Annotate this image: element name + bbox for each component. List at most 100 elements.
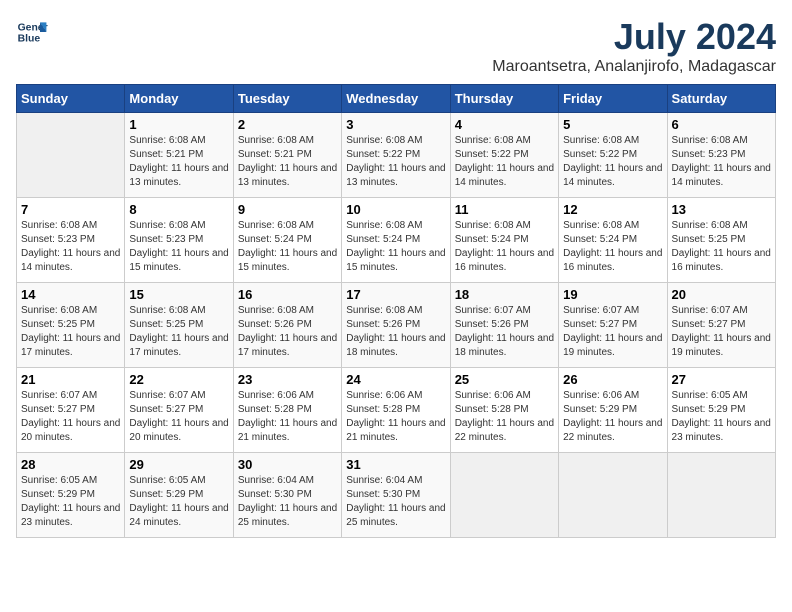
daylight-text: Daylight: 11 hours and 25 minutes.	[238, 502, 337, 530]
day-info: Sunrise: 6:06 AM Sunset: 5:28 PM Dayligh…	[455, 389, 554, 445]
sunset-text: Sunset: 5:28 PM	[346, 403, 445, 417]
calendar-cell: 7 Sunrise: 6:08 AM Sunset: 5:23 PM Dayli…	[17, 198, 125, 283]
sunrise-text: Sunrise: 6:08 AM	[346, 134, 445, 148]
day-info: Sunrise: 6:08 AM Sunset: 5:22 PM Dayligh…	[346, 134, 445, 190]
day-info: Sunrise: 6:07 AM Sunset: 5:27 PM Dayligh…	[21, 389, 120, 445]
sunset-text: Sunset: 5:22 PM	[563, 148, 662, 162]
weekday-header: Friday	[559, 85, 667, 113]
logo-icon: General Blue	[16, 16, 48, 48]
calendar-table: SundayMondayTuesdayWednesdayThursdayFrid…	[16, 84, 776, 538]
weekday-header: Thursday	[450, 85, 558, 113]
sunset-text: Sunset: 5:28 PM	[238, 403, 337, 417]
sunset-text: Sunset: 5:25 PM	[129, 318, 228, 332]
sunrise-text: Sunrise: 6:04 AM	[346, 474, 445, 488]
day-info: Sunrise: 6:04 AM Sunset: 5:30 PM Dayligh…	[238, 474, 337, 530]
daylight-text: Daylight: 11 hours and 17 minutes.	[238, 332, 337, 360]
sunset-text: Sunset: 5:30 PM	[346, 488, 445, 502]
sunset-text: Sunset: 5:23 PM	[672, 148, 771, 162]
sunset-text: Sunset: 5:22 PM	[455, 148, 554, 162]
day-info: Sunrise: 6:08 AM Sunset: 5:23 PM Dayligh…	[21, 219, 120, 275]
day-number: 16	[238, 287, 337, 302]
sunset-text: Sunset: 5:27 PM	[672, 318, 771, 332]
sunrise-text: Sunrise: 6:08 AM	[129, 134, 228, 148]
day-number: 29	[129, 457, 228, 472]
sunrise-text: Sunrise: 6:08 AM	[238, 134, 337, 148]
daylight-text: Daylight: 11 hours and 14 minutes.	[455, 162, 554, 190]
day-info: Sunrise: 6:07 AM Sunset: 5:27 PM Dayligh…	[672, 304, 771, 360]
calendar-cell: 29 Sunrise: 6:05 AM Sunset: 5:29 PM Dayl…	[125, 453, 233, 538]
day-info: Sunrise: 6:07 AM Sunset: 5:27 PM Dayligh…	[563, 304, 662, 360]
sunset-text: Sunset: 5:27 PM	[21, 403, 120, 417]
calendar-cell: 31 Sunrise: 6:04 AM Sunset: 5:30 PM Dayl…	[342, 453, 450, 538]
day-info: Sunrise: 6:08 AM Sunset: 5:23 PM Dayligh…	[672, 134, 771, 190]
day-number: 19	[563, 287, 662, 302]
weekday-row: SundayMondayTuesdayWednesdayThursdayFrid…	[17, 85, 776, 113]
sunrise-text: Sunrise: 6:08 AM	[238, 219, 337, 233]
day-info: Sunrise: 6:08 AM Sunset: 5:23 PM Dayligh…	[129, 219, 228, 275]
sunset-text: Sunset: 5:29 PM	[129, 488, 228, 502]
calendar-cell: 16 Sunrise: 6:08 AM Sunset: 5:26 PM Dayl…	[233, 283, 341, 368]
calendar-cell: 28 Sunrise: 6:05 AM Sunset: 5:29 PM Dayl…	[17, 453, 125, 538]
calendar-cell: 27 Sunrise: 6:05 AM Sunset: 5:29 PM Dayl…	[667, 368, 775, 453]
calendar-cell: 17 Sunrise: 6:08 AM Sunset: 5:26 PM Dayl…	[342, 283, 450, 368]
calendar-cell	[17, 113, 125, 198]
day-info: Sunrise: 6:08 AM Sunset: 5:24 PM Dayligh…	[563, 219, 662, 275]
sunset-text: Sunset: 5:21 PM	[238, 148, 337, 162]
sunrise-text: Sunrise: 6:05 AM	[21, 474, 120, 488]
logo: General Blue	[16, 16, 48, 48]
day-info: Sunrise: 6:08 AM Sunset: 5:25 PM Dayligh…	[21, 304, 120, 360]
sunrise-text: Sunrise: 6:08 AM	[346, 219, 445, 233]
sunrise-text: Sunrise: 6:08 AM	[21, 219, 120, 233]
day-info: Sunrise: 6:08 AM Sunset: 5:24 PM Dayligh…	[455, 219, 554, 275]
calendar-cell: 23 Sunrise: 6:06 AM Sunset: 5:28 PM Dayl…	[233, 368, 341, 453]
day-number: 28	[21, 457, 120, 472]
day-info: Sunrise: 6:08 AM Sunset: 5:25 PM Dayligh…	[672, 219, 771, 275]
day-info: Sunrise: 6:06 AM Sunset: 5:28 PM Dayligh…	[346, 389, 445, 445]
calendar-cell: 10 Sunrise: 6:08 AM Sunset: 5:24 PM Dayl…	[342, 198, 450, 283]
calendar-header: SundayMondayTuesdayWednesdayThursdayFrid…	[17, 85, 776, 113]
sunset-text: Sunset: 5:24 PM	[455, 233, 554, 247]
daylight-text: Daylight: 11 hours and 22 minutes.	[563, 417, 662, 445]
day-info: Sunrise: 6:08 AM Sunset: 5:25 PM Dayligh…	[129, 304, 228, 360]
calendar-cell: 11 Sunrise: 6:08 AM Sunset: 5:24 PM Dayl…	[450, 198, 558, 283]
sunrise-text: Sunrise: 6:05 AM	[672, 389, 771, 403]
sunset-text: Sunset: 5:27 PM	[129, 403, 228, 417]
sunrise-text: Sunrise: 6:08 AM	[563, 219, 662, 233]
calendar-cell: 12 Sunrise: 6:08 AM Sunset: 5:24 PM Dayl…	[559, 198, 667, 283]
weekday-header: Monday	[125, 85, 233, 113]
daylight-text: Daylight: 11 hours and 15 minutes.	[238, 247, 337, 275]
day-info: Sunrise: 6:07 AM Sunset: 5:26 PM Dayligh…	[455, 304, 554, 360]
sunset-text: Sunset: 5:26 PM	[238, 318, 337, 332]
calendar-cell: 30 Sunrise: 6:04 AM Sunset: 5:30 PM Dayl…	[233, 453, 341, 538]
day-number: 3	[346, 117, 445, 132]
day-number: 23	[238, 372, 337, 387]
calendar-cell: 9 Sunrise: 6:08 AM Sunset: 5:24 PM Dayli…	[233, 198, 341, 283]
calendar-week-row: 7 Sunrise: 6:08 AM Sunset: 5:23 PM Dayli…	[17, 198, 776, 283]
daylight-text: Daylight: 11 hours and 23 minutes.	[21, 502, 120, 530]
sunset-text: Sunset: 5:24 PM	[346, 233, 445, 247]
day-number: 20	[672, 287, 771, 302]
calendar-week-row: 1 Sunrise: 6:08 AM Sunset: 5:21 PM Dayli…	[17, 113, 776, 198]
day-info: Sunrise: 6:06 AM Sunset: 5:28 PM Dayligh…	[238, 389, 337, 445]
day-number: 5	[563, 117, 662, 132]
sunset-text: Sunset: 5:26 PM	[455, 318, 554, 332]
day-info: Sunrise: 6:08 AM Sunset: 5:21 PM Dayligh…	[238, 134, 337, 190]
day-number: 9	[238, 202, 337, 217]
sunset-text: Sunset: 5:26 PM	[346, 318, 445, 332]
sunset-text: Sunset: 5:21 PM	[129, 148, 228, 162]
day-number: 18	[455, 287, 554, 302]
daylight-text: Daylight: 11 hours and 14 minutes.	[672, 162, 771, 190]
day-info: Sunrise: 6:07 AM Sunset: 5:27 PM Dayligh…	[129, 389, 228, 445]
calendar-cell	[559, 453, 667, 538]
weekday-header: Wednesday	[342, 85, 450, 113]
day-number: 17	[346, 287, 445, 302]
day-number: 24	[346, 372, 445, 387]
sunrise-text: Sunrise: 6:06 AM	[238, 389, 337, 403]
day-number: 25	[455, 372, 554, 387]
calendar-body: 1 Sunrise: 6:08 AM Sunset: 5:21 PM Dayli…	[17, 113, 776, 538]
calendar-cell: 19 Sunrise: 6:07 AM Sunset: 5:27 PM Dayl…	[559, 283, 667, 368]
sunrise-text: Sunrise: 6:06 AM	[563, 389, 662, 403]
sunset-text: Sunset: 5:29 PM	[672, 403, 771, 417]
sunrise-text: Sunrise: 6:08 AM	[455, 219, 554, 233]
sunrise-text: Sunrise: 6:08 AM	[346, 304, 445, 318]
